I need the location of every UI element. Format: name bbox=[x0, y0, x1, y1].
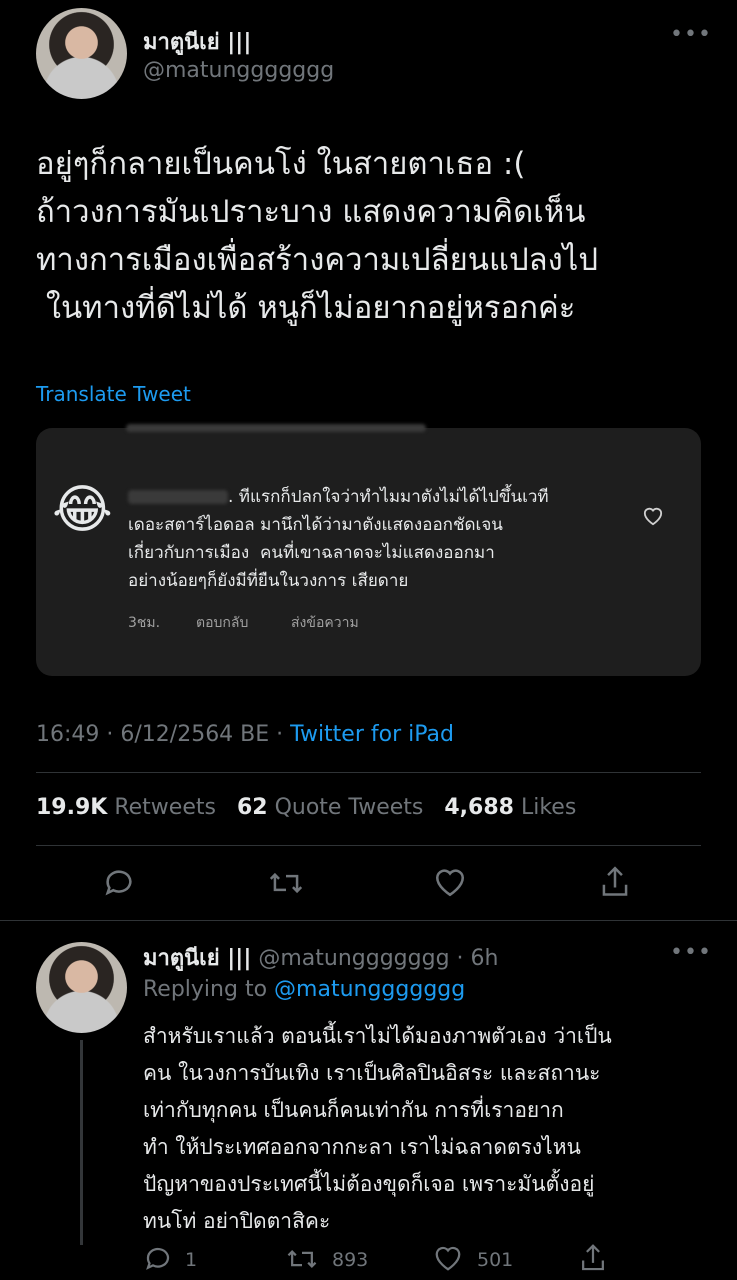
quotes-count: 62 bbox=[236, 795, 268, 820]
reply-likes-count: 501 bbox=[477, 1249, 514, 1271]
heart-outline-icon bbox=[642, 506, 664, 526]
author-handle[interactable]: @matunggggggg bbox=[143, 58, 334, 83]
more-icon[interactable]: ••• bbox=[670, 22, 712, 47]
laughing-emoji-icon: 😂 bbox=[52, 480, 113, 540]
redacted-text bbox=[126, 424, 426, 432]
replying-prefix: Replying to bbox=[143, 977, 275, 1002]
comment-line: เดอะสตาร์ไอดอล มานึกได้ว่ามาตังแสดงออกชั… bbox=[128, 515, 503, 535]
reply-text-line: ปัญหาของประเทศนี้ไม่ต้องขุดก็เจอ เพราะมั… bbox=[143, 1172, 595, 1196]
likes-label: Likes bbox=[520, 795, 577, 820]
tweet-text: อยู่ๆก็กลายเป็นคนโง่ ในสายตาเธอ :( ถ้าวง… bbox=[36, 140, 598, 332]
retweets-stat[interactable]: 19.9K Retweets bbox=[36, 795, 216, 820]
quotes-label: Quote Tweets bbox=[274, 795, 424, 820]
divider bbox=[36, 772, 701, 773]
comment-line: . ทีแรกก็ปลกใจว่าทำไมมาตังไม่ได้ไปขึ้นเว… bbox=[228, 487, 549, 507]
reply-retweets-count: 893 bbox=[332, 1249, 369, 1271]
tweet-text-line: ถ้าวงการมันเปราะบาง แสดงความคิดเห็น bbox=[36, 194, 586, 230]
thread-line bbox=[80, 1040, 83, 1245]
comment-line: อย่างน้อยๆก็ยังมีที่ยืนในวงการ เสียดาย bbox=[128, 571, 409, 591]
replying-to-link[interactable]: @matunggggggg bbox=[274, 977, 465, 1002]
reply-author-name[interactable]: มาตูนีเย่ ||| bbox=[143, 946, 251, 971]
author-name[interactable]: มาตูนีเย่ ||| bbox=[143, 24, 251, 59]
author-avatar[interactable] bbox=[36, 8, 127, 99]
retweets-label: Retweets bbox=[114, 795, 216, 820]
reply-text-line: คน ในวงการบันเทิง เราเป็นศิลปินอิสระ และ… bbox=[143, 1061, 601, 1085]
comment-time: 3ชม. bbox=[128, 615, 161, 631]
reply-author-handle[interactable]: @matunggggggg · 6h bbox=[258, 946, 498, 971]
reply-text: สำหรับเราแล้ว ตอนนี้เราไม่ได้มองภาพตัวเอ… bbox=[143, 1018, 612, 1240]
retweet-icon[interactable] bbox=[286, 1244, 318, 1274]
divider bbox=[36, 845, 701, 846]
more-icon[interactable]: ••• bbox=[670, 940, 712, 965]
tweet-timestamp: 16:49 · 6/12/2564 BE · Twitter for iPad bbox=[36, 722, 454, 747]
quotes-stat[interactable]: 62 Quote Tweets bbox=[237, 795, 423, 820]
retweets-count: 19.9K bbox=[36, 795, 108, 820]
likes-stat[interactable]: 4,688 Likes bbox=[444, 795, 576, 820]
reply-text-line: ทำ ให้ประเทศออกจากกะลา เราไม่ฉลาดตรงไหน bbox=[143, 1135, 581, 1159]
reply-text-line: สำหรับเราแล้ว ตอนนี้เราไม่ได้มองภาพตัวเอ… bbox=[143, 1024, 612, 1048]
like-icon[interactable] bbox=[433, 866, 467, 898]
likes-count: 4,688 bbox=[444, 795, 514, 820]
reply-author-avatar[interactable] bbox=[36, 942, 127, 1033]
translate-tweet-link[interactable]: Translate Tweet bbox=[36, 382, 191, 406]
reply-replies-count: 1 bbox=[185, 1249, 198, 1271]
reply-text-line: ทนโท่ อย่าปิดตาสิคะ bbox=[143, 1209, 331, 1233]
comment-reply-label: ตอบกลับ bbox=[196, 615, 249, 631]
comment-line: เกี่ยวกับการเมือง คนที่เขาฉลาดจะไม่แสดงอ… bbox=[128, 543, 495, 563]
tweet-text-line: ทางการเมืองเพื่อสร้างความเปลี่ยนแปลงไป bbox=[36, 242, 599, 278]
timestamp-text: 16:49 · 6/12/2564 BE · bbox=[36, 722, 291, 747]
reply-text-line: เท่ากับทุกคน เป็นคนก็คนเท่ากัน การที่เรา… bbox=[143, 1098, 564, 1122]
retweet-icon[interactable] bbox=[268, 866, 304, 900]
divider bbox=[0, 920, 737, 921]
replying-to: Replying to @matunggggggg bbox=[143, 977, 465, 1002]
source-link[interactable]: Twitter for iPad bbox=[290, 722, 454, 747]
tweet-text-line: ในทางที่ดีไม่ได้ หนูก็ไม่อยากอยู่หรอกค่ะ bbox=[36, 290, 576, 326]
comment-message-label: ส่งข้อความ bbox=[291, 615, 359, 631]
tweet-stats: 19.9K Retweets 62 Quote Tweets 4,688 Lik… bbox=[36, 795, 576, 820]
embedded-comment-image: 😂 . ทีแรกก็ปลกใจว่าทำไมมาตังไม่ได้ไปขึ้น… bbox=[36, 424, 701, 676]
share-icon[interactable] bbox=[578, 1242, 608, 1274]
reply-header: มาตูนีเย่ ||| @matunggggggg · 6h bbox=[143, 940, 498, 975]
like-icon[interactable] bbox=[433, 1244, 463, 1272]
reply-icon[interactable] bbox=[102, 866, 136, 900]
tweet-text-line: อยู่ๆก็กลายเป็นคนโง่ ในสายตาเธอ :( bbox=[36, 146, 526, 182]
comment-body: . ทีแรกก็ปลกใจว่าทำไมมาตังไม่ได้ไปขึ้นเว… bbox=[128, 483, 549, 595]
share-icon[interactable] bbox=[598, 864, 632, 900]
reply-icon[interactable] bbox=[143, 1244, 173, 1274]
